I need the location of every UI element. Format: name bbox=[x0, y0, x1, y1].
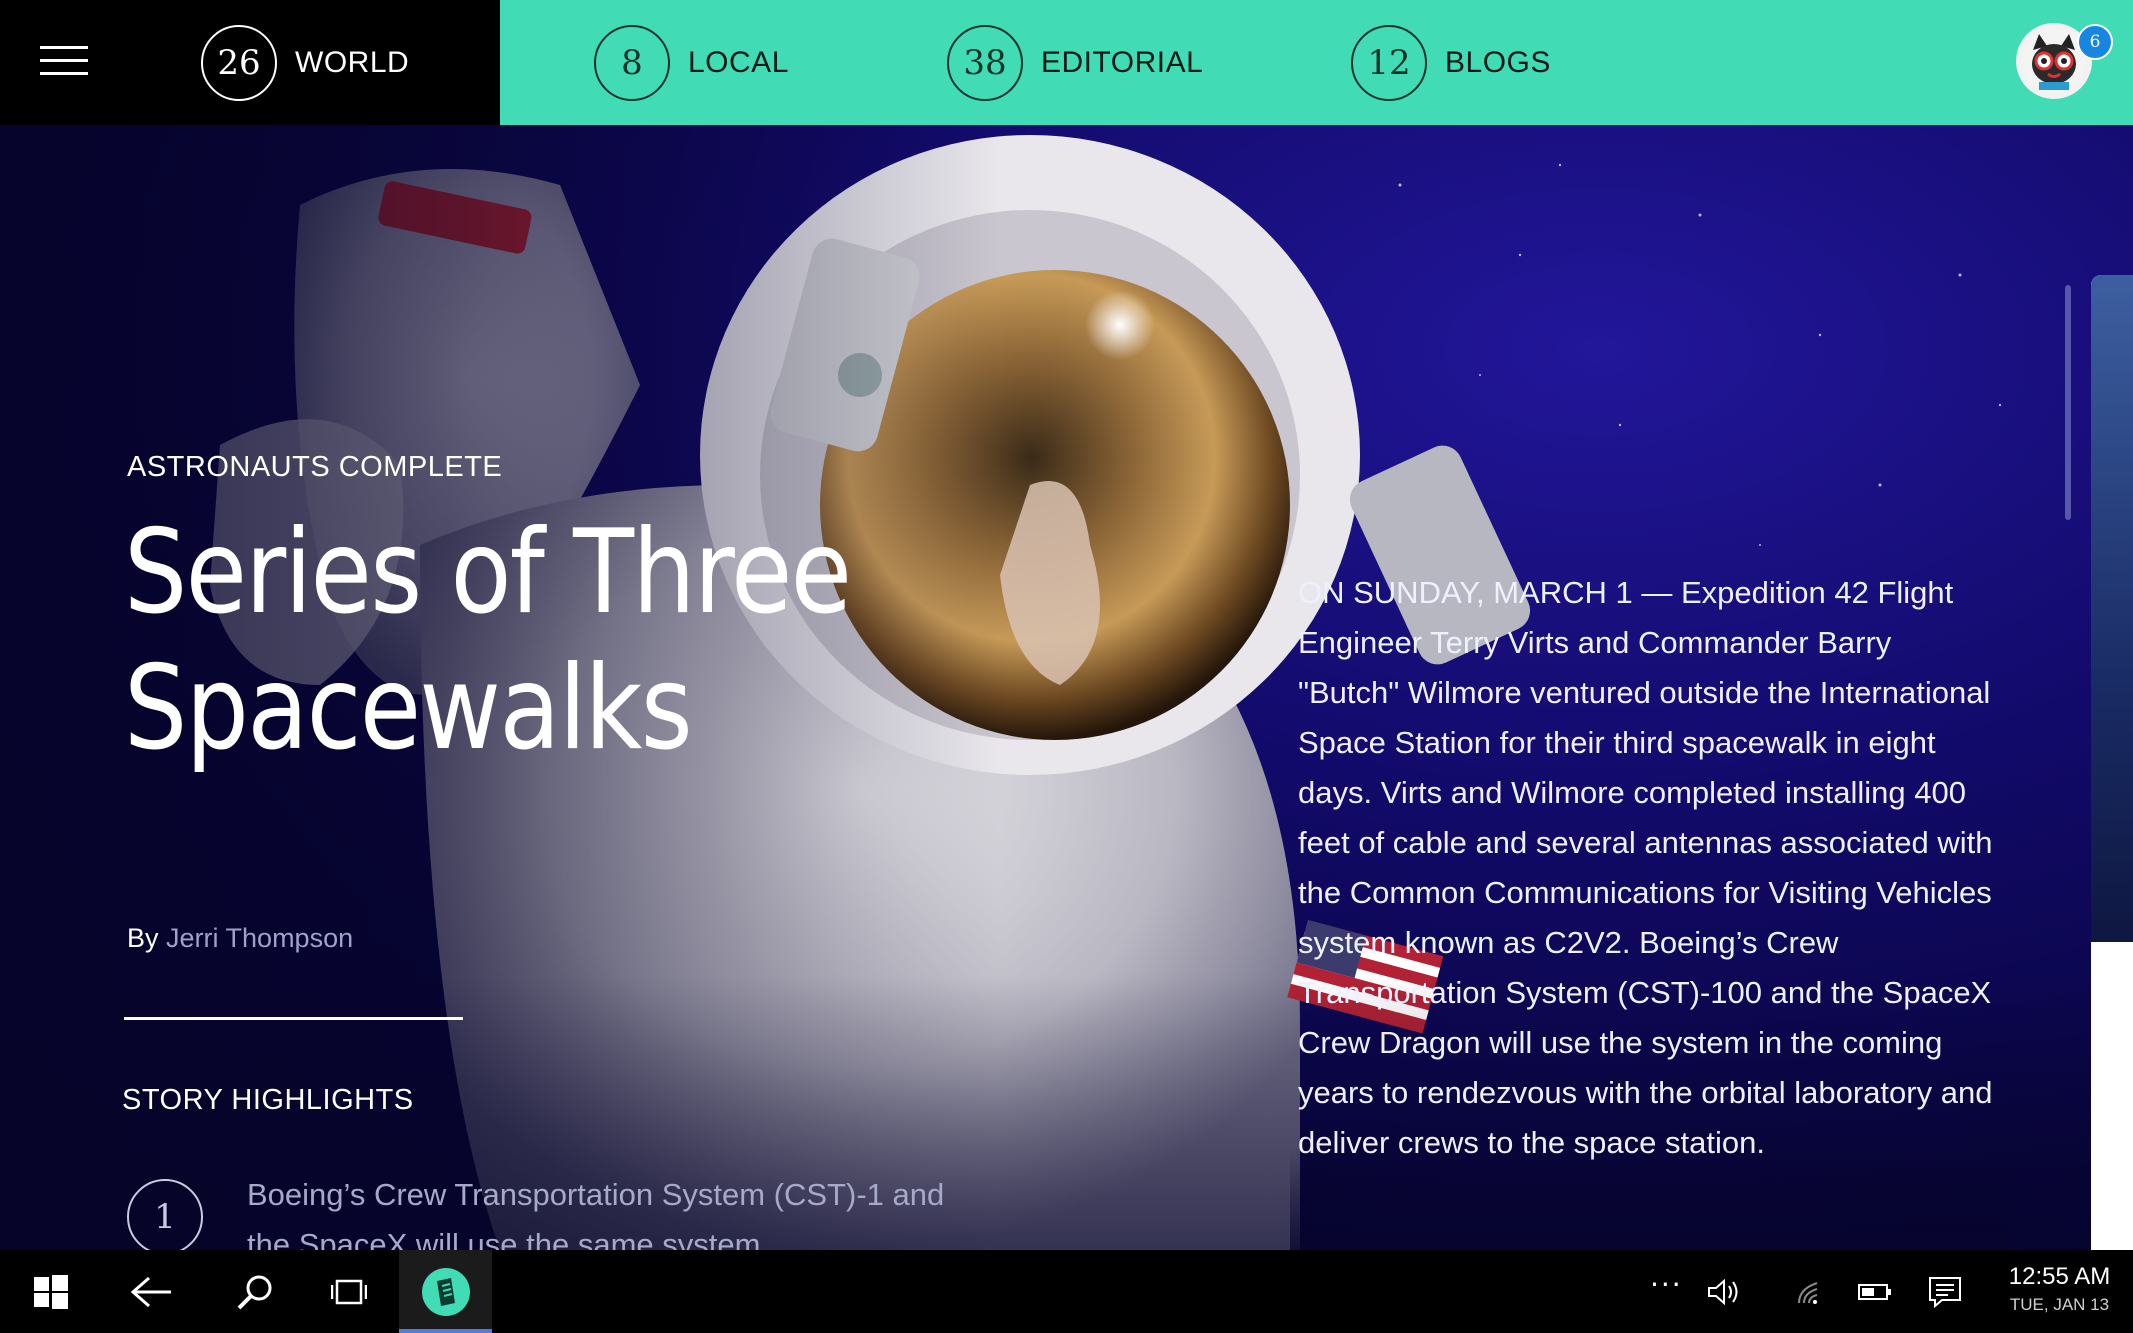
tab-blogs-count: 12 bbox=[1351, 24, 1427, 101]
battery-icon[interactable] bbox=[1855, 1250, 1895, 1333]
next-article-card[interactable] bbox=[2091, 275, 2133, 1250]
windows-start-icon[interactable] bbox=[18, 1250, 84, 1333]
highlight-number: 1 bbox=[127, 1179, 203, 1255]
news-app-icon bbox=[399, 1250, 492, 1333]
headline-line-2: Spacewalks bbox=[124, 641, 693, 776]
author-link[interactable]: Jerri Thompson bbox=[166, 923, 353, 953]
tab-editorial-label: EDITORIAL bbox=[1041, 45, 1204, 79]
byline-prefix: By bbox=[127, 923, 159, 953]
more-dots-icon[interactable]: ··· bbox=[1650, 1268, 1683, 1301]
clock-date: TUE, JAN 13 bbox=[2009, 1295, 2110, 1314]
news-app-taskbar-button[interactable] bbox=[399, 1250, 492, 1333]
search-icon[interactable] bbox=[222, 1250, 288, 1333]
body-fade bbox=[1290, 1150, 2010, 1250]
tab-local-count: 8 bbox=[594, 24, 670, 101]
notification-badge[interactable]: 6 bbox=[2077, 24, 2113, 60]
active-indicator bbox=[399, 1329, 492, 1333]
tab-world[interactable]: 26 WORLD bbox=[201, 0, 409, 125]
windows-taskbar bbox=[0, 1250, 2133, 1333]
taskbar-clock[interactable]: 12:55 AM TUE, JAN 13 bbox=[2003, 1262, 2116, 1318]
headline-line-1: Series of Three bbox=[124, 505, 852, 640]
wifi-icon[interactable] bbox=[1790, 1250, 1830, 1333]
article-headline: Series of Three Spacewalks bbox=[124, 505, 898, 777]
tab-editorial-count: 38 bbox=[947, 24, 1023, 101]
hamburger-menu-icon[interactable] bbox=[40, 46, 88, 76]
clock-time: 12:55 AM bbox=[2008, 1263, 2111, 1290]
vertical-scrollbar[interactable] bbox=[2065, 285, 2071, 520]
tab-local[interactable]: 8 LOCAL bbox=[594, 0, 789, 125]
article-body: ON SUNDAY, MARCH 1 — Expedition 42 Fligh… bbox=[1298, 575, 1993, 1160]
task-view-icon[interactable] bbox=[316, 1250, 382, 1333]
article-kicker: ASTRONAUTS COMPLETE bbox=[127, 451, 503, 483]
volume-icon[interactable] bbox=[1700, 1250, 1750, 1333]
tab-editorial[interactable]: 38 EDITORIAL bbox=[947, 0, 1203, 125]
top-nav-bar: 26 WORLD 8 LOCAL 38 EDITORIAL 12 BLOGS 6 bbox=[0, 0, 2133, 125]
story-highlights-title: STORY HIGHLIGHTS bbox=[122, 1084, 414, 1116]
action-center-icon[interactable] bbox=[1922, 1250, 1968, 1333]
byline: By Jerri Thompson bbox=[127, 923, 353, 954]
back-arrow-icon[interactable] bbox=[118, 1250, 184, 1333]
next-article-image bbox=[2091, 275, 2133, 942]
tab-local-label: LOCAL bbox=[688, 45, 789, 79]
tab-blogs[interactable]: 12 BLOGS bbox=[1351, 0, 1551, 125]
tab-world-count: 26 bbox=[201, 24, 277, 101]
divider bbox=[124, 1017, 463, 1020]
tab-blogs-label: BLOGS bbox=[1445, 45, 1551, 79]
tab-world-label: WORLD bbox=[295, 45, 410, 79]
